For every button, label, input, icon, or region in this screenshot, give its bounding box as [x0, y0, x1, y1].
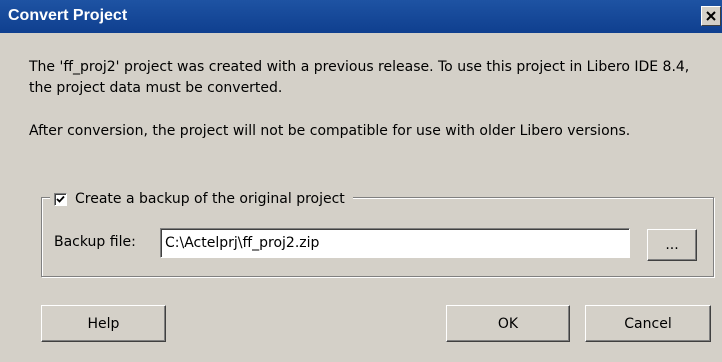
close-icon — [706, 11, 716, 21]
compatibility-message: After conversion, the project will not b… — [29, 123, 631, 139]
help-button[interactable]: Help — [41, 305, 166, 342]
window-title: Convert Project — [8, 7, 128, 24]
backup-file-input[interactable]: C:\Actelprj\ff_proj2.zip — [160, 228, 630, 258]
backup-checkbox-row[interactable]: Create a backup of the original project — [50, 187, 353, 211]
convert-project-dialog: Convert Project The 'ff_proj2' project w… — [0, 0, 722, 362]
close-button[interactable] — [701, 6, 721, 26]
conversion-message: The 'ff_proj2' project was created with … — [29, 59, 690, 96]
backup-checkbox-label[interactable]: Create a backup of the original project — [75, 191, 345, 207]
title-bar[interactable]: Convert Project — [0, 0, 722, 33]
backup-file-label: Backup file: — [54, 234, 136, 250]
cancel-button[interactable]: Cancel — [585, 305, 711, 342]
backup-checkbox[interactable] — [54, 192, 67, 206]
browse-button[interactable]: ... — [647, 229, 697, 261]
checkmark-icon — [56, 195, 65, 203]
ok-button[interactable]: OK — [446, 305, 570, 342]
